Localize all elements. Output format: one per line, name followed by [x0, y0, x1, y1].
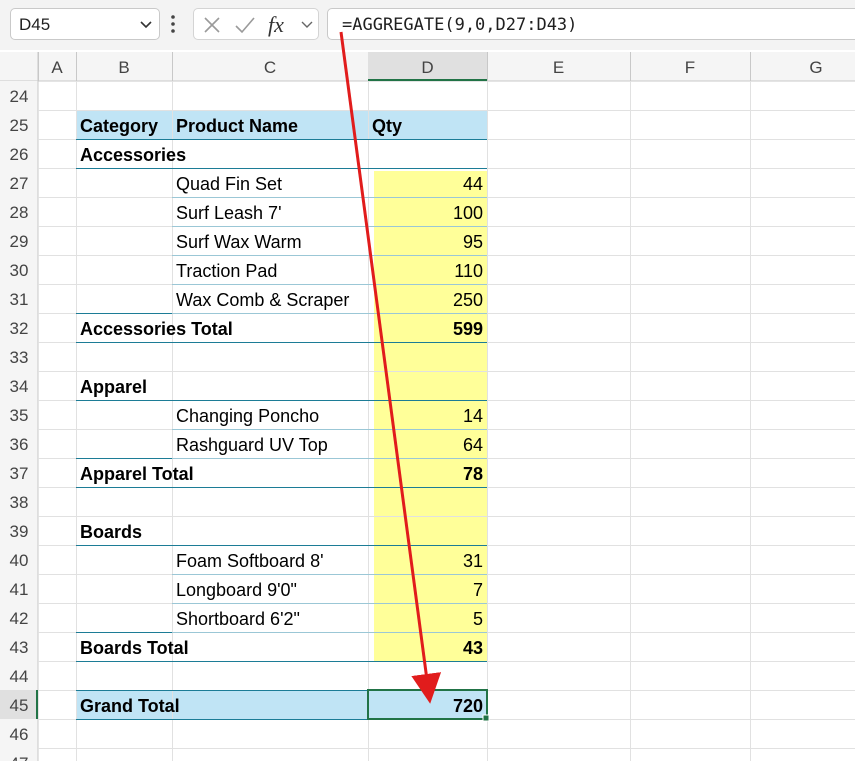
cell-c42[interactable]: Shortboard 6'2" [176, 609, 300, 629]
fill-handle[interactable] [482, 714, 490, 722]
row-header-29[interactable]: 29 [10, 232, 29, 251]
row-header-30[interactable]: 30 [10, 261, 29, 280]
spreadsheet-grid[interactable]: A B C D E F G 24 25 Category Product Name Qty 26 Acce… [0, 0, 855, 761]
cell-b37[interactable]: Apparel Total [80, 464, 194, 484]
row-header-34[interactable]: 34 [10, 377, 29, 396]
cell-c31[interactable]: Wax Comb & Scraper [176, 290, 349, 310]
cell-d45[interactable]: 720 [453, 696, 483, 716]
cell-d35[interactable]: 14 [463, 406, 483, 426]
cell-b25[interactable]: Category [80, 116, 158, 136]
column-header-d[interactable]: D [421, 58, 433, 77]
row-header-47[interactable]: 47 [10, 754, 29, 761]
qty-highlight [374, 371, 487, 400]
column-header-e[interactable]: E [553, 58, 564, 77]
row-header-41[interactable]: 41 [10, 580, 29, 599]
qty-highlight [374, 342, 487, 371]
row-header-43[interactable]: 43 [10, 638, 29, 657]
cell-c27[interactable]: Quad Fin Set [176, 174, 282, 194]
column-header-c[interactable]: C [264, 58, 276, 77]
row-header-27[interactable]: 27 [10, 174, 29, 193]
row-header-44[interactable]: 44 [10, 667, 29, 686]
row-header-38[interactable]: 38 [10, 493, 29, 512]
cell-d42[interactable]: 5 [473, 609, 483, 629]
row-header-25[interactable]: 25 [10, 116, 29, 135]
cell-c41[interactable]: Longboard 9'0" [176, 580, 297, 600]
row-header-45[interactable]: 45 [10, 696, 29, 715]
cell-d43[interactable]: 43 [463, 638, 483, 658]
cell-b45[interactable]: Grand Total [80, 696, 180, 716]
row-header-37[interactable]: 37 [10, 464, 29, 483]
cell-d36[interactable]: 64 [463, 435, 483, 455]
cell-d27[interactable]: 44 [463, 174, 483, 194]
cell-d32[interactable]: 599 [453, 319, 483, 339]
row-header-28[interactable]: 28 [10, 203, 29, 222]
cell-d40[interactable]: 31 [463, 551, 483, 571]
column-header-a[interactable]: A [51, 58, 63, 77]
row-header-42[interactable]: 42 [10, 609, 29, 628]
row-header-35[interactable]: 35 [10, 406, 29, 425]
cell-c30[interactable]: Traction Pad [176, 261, 277, 281]
cell-d29[interactable]: 95 [463, 232, 483, 252]
cell-b32[interactable]: Accessories Total [80, 319, 233, 339]
cell-d41[interactable]: 7 [473, 580, 483, 600]
cell-d25[interactable]: Qty [372, 116, 402, 136]
qty-highlight [374, 487, 487, 516]
cell-b34[interactable]: Apparel [80, 377, 147, 397]
column-header-f[interactable]: F [685, 58, 695, 77]
cell-c40[interactable]: Foam Softboard 8' [176, 551, 324, 571]
cell-c36[interactable]: Rashguard UV Top [176, 435, 328, 455]
row-header-33[interactable]: 33 [10, 348, 29, 367]
cell-d30[interactable]: 110 [454, 261, 483, 281]
cell-c28[interactable]: Surf Leash 7' [176, 203, 282, 223]
cell-b43[interactable]: Boards Total [80, 638, 189, 658]
row-header-40[interactable]: 40 [10, 551, 29, 570]
qty-highlight [374, 516, 487, 545]
qty-highlight [374, 574, 487, 603]
column-header-g[interactable]: G [809, 58, 822, 77]
row-header-36[interactable]: 36 [10, 435, 29, 454]
row-header-24[interactable]: 24 [10, 87, 29, 106]
qty-highlight [374, 603, 487, 632]
cell-b26[interactable]: Accessories [80, 145, 186, 165]
row-header-39[interactable]: 39 [10, 522, 29, 541]
cell-c29[interactable]: Surf Wax Warm [176, 232, 302, 252]
cell-d28[interactable]: 100 [453, 203, 483, 223]
cell-b39[interactable]: Boards [80, 522, 142, 542]
column-header-b[interactable]: B [118, 58, 129, 77]
cell-d37[interactable]: 78 [463, 464, 483, 484]
cell-c35[interactable]: Changing Poncho [176, 406, 319, 426]
cell-d31[interactable]: 250 [453, 290, 483, 310]
row-header-46[interactable]: 46 [10, 725, 29, 744]
row-header-32[interactable]: 32 [10, 319, 29, 338]
row-header-26[interactable]: 26 [10, 145, 29, 164]
row-header-31[interactable]: 31 [10, 290, 29, 309]
cell-c25[interactable]: Product Name [176, 116, 298, 136]
